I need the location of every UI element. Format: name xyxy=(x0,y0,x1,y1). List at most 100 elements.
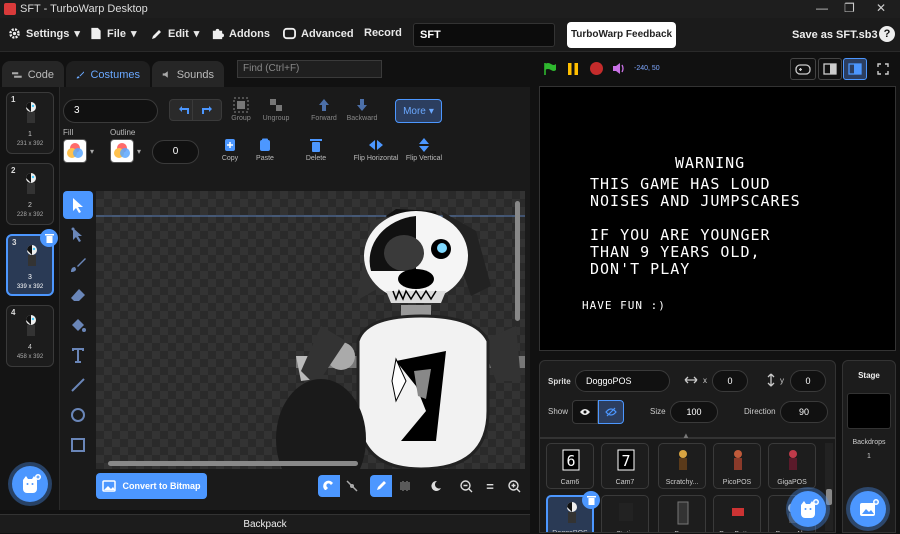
forward-button[interactable]: Forward xyxy=(305,97,343,122)
delete-button[interactable]: Delete xyxy=(297,137,335,162)
line-tool[interactable] xyxy=(63,371,93,399)
canvas-horizontal-scrollbar[interactable] xyxy=(108,461,358,466)
tab-costumes[interactable]: Costumes xyxy=(66,61,150,88)
fill-color-swatch[interactable] xyxy=(63,139,87,163)
redo-button[interactable] xyxy=(192,99,222,121)
feedback-button[interactable]: TurboWarp Feedback xyxy=(567,22,676,48)
addons-menu[interactable]: Addons xyxy=(211,27,270,40)
costume-item[interactable]: 1 1 231 x 392 xyxy=(6,92,54,154)
bitmap-mode-button[interactable] xyxy=(394,475,416,497)
brush-tool[interactable] xyxy=(63,251,93,279)
tab-code[interactable]: Code xyxy=(2,61,64,88)
find-input[interactable]: Find (Ctrl+F) xyxy=(237,60,382,78)
sprite-item[interactable]: Door xyxy=(658,495,706,532)
sprite-name-input[interactable]: DoggoPOS xyxy=(575,370,670,392)
y-input[interactable]: 0 xyxy=(790,370,826,392)
sprite-item[interactable]: GigaPOS xyxy=(768,443,816,489)
canvas-vertical-scrollbar[interactable] xyxy=(515,201,520,321)
add-sprite-button[interactable] xyxy=(790,491,826,527)
more-button[interactable]: More ▾ xyxy=(395,99,442,123)
fullscreen-button[interactable] xyxy=(872,58,894,80)
advanced-menu[interactable]: Advanced xyxy=(283,27,354,40)
puzzle-icon xyxy=(212,28,224,40)
edit-menu[interactable]: Edit ▾ xyxy=(151,27,199,40)
costume-item[interactable]: 4 4 458 x 392 xyxy=(6,305,54,367)
rectangle-icon xyxy=(71,438,85,452)
zoom-in-icon xyxy=(507,479,520,492)
flip-horizontal-button[interactable]: Flip Horizontal xyxy=(352,137,400,162)
show-sprite-button[interactable] xyxy=(572,400,598,424)
outline-color-swatch[interactable] xyxy=(110,139,134,163)
group-button[interactable]: Group xyxy=(222,97,260,122)
convert-to-bitmap-button[interactable]: Convert to Bitmap xyxy=(96,473,207,499)
eraser-tool[interactable] xyxy=(63,281,93,309)
size-input[interactable]: 100 xyxy=(670,401,718,423)
edit-label: Edit xyxy=(168,27,189,40)
flip-vertical-button[interactable]: Flip Vertical xyxy=(402,137,446,162)
project-title-input[interactable]: SFT xyxy=(413,23,555,47)
backpack-panel[interactable]: Backpack xyxy=(0,514,530,533)
addons-toggle-button[interactable] xyxy=(790,58,816,80)
direction-input[interactable]: 90 xyxy=(780,401,828,423)
sprite-list-scrollbar[interactable] xyxy=(825,443,833,531)
restore-icon[interactable]: ❐ xyxy=(844,1,855,15)
outline-width-input[interactable]: 0 xyxy=(152,140,199,164)
advanced-icon xyxy=(283,27,296,40)
sprite-item[interactable]: 7 Cam7 xyxy=(601,443,649,489)
outline-dropdown-icon[interactable]: ▾ xyxy=(137,147,141,156)
select-tool[interactable] xyxy=(63,191,93,219)
zoom-out-button[interactable] xyxy=(455,475,477,497)
reshape-tool[interactable] xyxy=(63,221,93,249)
sprite-item[interactable]: 6 Cam6 xyxy=(546,443,594,489)
small-stage-button[interactable] xyxy=(818,58,842,80)
zoom-reset-button[interactable]: = xyxy=(479,475,501,497)
paste-label: Paste xyxy=(256,155,274,162)
hide-sprite-button[interactable] xyxy=(598,400,624,424)
circle-tool[interactable] xyxy=(63,401,93,429)
copy-button[interactable]: Copy xyxy=(211,137,249,162)
record-menu[interactable]: Record xyxy=(364,27,402,39)
stage-thumbnail[interactable] xyxy=(847,393,891,429)
delete-sprite-button[interactable] xyxy=(582,491,600,509)
vector-mode-button[interactable] xyxy=(370,475,392,497)
costume-name-input[interactable]: 3 xyxy=(63,99,158,123)
zoom-in-button[interactable] xyxy=(503,475,525,497)
fill-dropdown-icon[interactable]: ▾ xyxy=(90,147,94,156)
ungroup-button[interactable]: Ungroup xyxy=(257,97,295,122)
minimize-icon[interactable]: — xyxy=(816,1,828,15)
settings-menu[interactable]: Settings ▾ xyxy=(8,27,80,40)
delete-costume-button[interactable] xyxy=(40,229,58,247)
sprite-item[interactable]: PicoPOS xyxy=(713,443,761,489)
fill-tool[interactable] xyxy=(63,311,93,339)
add-backdrop-button[interactable] xyxy=(850,491,886,527)
paint-canvas[interactable] xyxy=(96,191,525,469)
pause-button[interactable] xyxy=(566,62,580,79)
x-input[interactable]: 0 xyxy=(712,370,748,392)
paste-button[interactable]: Paste xyxy=(246,137,284,162)
dark-mode-toggle[interactable] xyxy=(425,475,447,497)
sprite-name: Cam7 xyxy=(615,479,635,486)
rectangle-tool[interactable] xyxy=(63,431,93,459)
bitmap-icon xyxy=(400,481,410,491)
backward-button[interactable]: Backward xyxy=(343,97,381,122)
mute-button[interactable] xyxy=(612,62,626,78)
stage-canvas[interactable]: WARNING THIS GAME HAS LOUD NOISES AND JU… xyxy=(539,86,896,351)
group-label: Group xyxy=(231,115,251,122)
sprite-item[interactable]: Static xyxy=(601,495,649,532)
trash-icon xyxy=(310,139,322,152)
text-tool[interactable] xyxy=(63,341,93,369)
magnet-snap-button[interactable] xyxy=(318,475,340,497)
tab-sounds[interactable]: Sounds xyxy=(152,61,224,88)
sprite-item[interactable]: Scratchy... xyxy=(658,443,706,489)
costume-item[interactable]: 2 2 228 x 392 xyxy=(6,163,54,225)
save-as-button[interactable]: Save as SFT.sb3 xyxy=(792,29,878,41)
normal-stage-button[interactable] xyxy=(843,58,867,80)
help-icon[interactable]: ? xyxy=(879,26,895,42)
green-flag-button[interactable] xyxy=(543,62,557,79)
snap-to-point-button[interactable] xyxy=(341,475,363,497)
close-icon[interactable]: ✕ xyxy=(876,1,886,15)
stop-button[interactable] xyxy=(589,61,604,79)
sprite-item[interactable]: DoorButton xyxy=(713,495,761,532)
add-costume-button[interactable] xyxy=(12,466,48,502)
file-menu[interactable]: File ▾ xyxy=(90,27,136,40)
